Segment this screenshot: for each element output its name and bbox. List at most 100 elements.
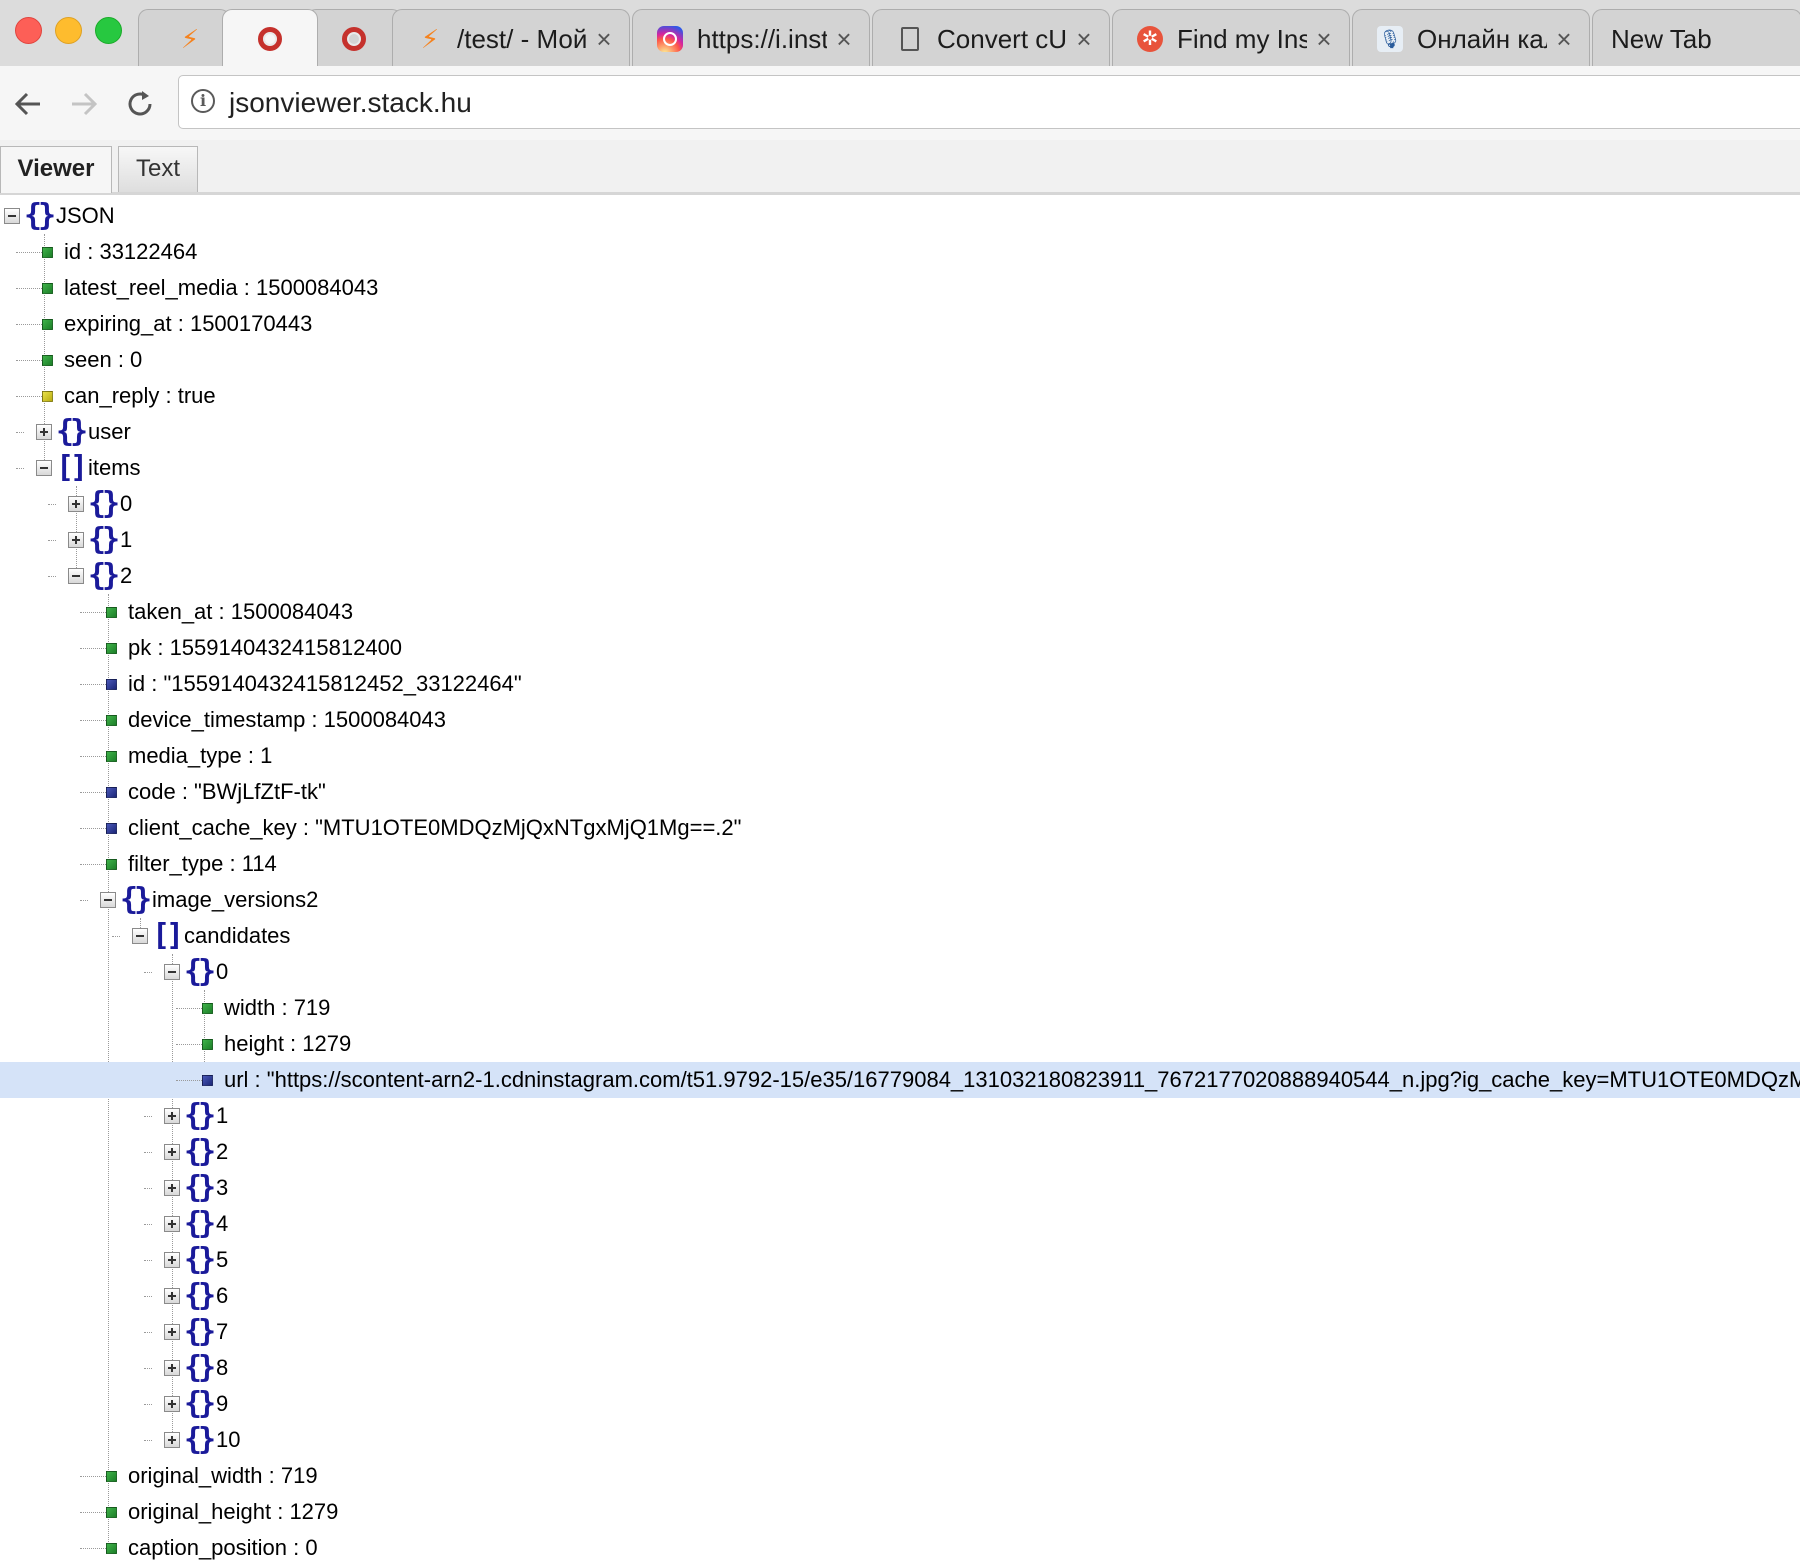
expand-plus-icon[interactable] xyxy=(164,1288,180,1304)
tree-node[interactable]: {} 7 xyxy=(0,1314,1800,1350)
tree-node[interactable]: {} 2 xyxy=(0,558,1800,594)
address-bar[interactable]: i jsonviewer.stack.hu xyxy=(178,75,1800,129)
browser-tab-8[interactable]: 🎙 Онлайн кал × xyxy=(1352,9,1590,66)
tree-node[interactable]: {} 3 xyxy=(0,1170,1800,1206)
tree-node[interactable]: {} 2 xyxy=(0,1134,1800,1170)
tree-leaf[interactable]: device_timestamp : 1500084043 xyxy=(0,702,1800,738)
red-ring-icon xyxy=(339,24,369,54)
expand-plus-icon[interactable] xyxy=(68,496,84,512)
tree-node[interactable]: {} image_versions2 xyxy=(0,882,1800,918)
tab-text[interactable]: Text xyxy=(118,146,198,192)
tree-node[interactable]: {} 10 xyxy=(0,1422,1800,1458)
site-info-icon[interactable]: i xyxy=(191,89,215,113)
tree-node[interactable]: [] items xyxy=(0,450,1800,486)
browser-tab-1[interactable]: ⚡ xyxy=(138,9,230,66)
tree-leaf[interactable]: can_reply : true xyxy=(0,378,1800,414)
tree-connector xyxy=(176,1044,204,1045)
browser-tab-3[interactable] xyxy=(306,9,402,66)
browser-tab-4[interactable]: ⚡ /test/ - Мой × xyxy=(392,9,630,66)
window-maximize-button[interactable] xyxy=(95,17,122,44)
expand-plus-icon[interactable] xyxy=(164,1108,180,1124)
expand-plus-icon[interactable] xyxy=(36,424,52,440)
tree-leaf[interactable]: client_cache_key : "MTU1OTE0MDQzMjQxNTgx… xyxy=(0,810,1800,846)
number-value-icon xyxy=(106,1471,117,1482)
tree-node[interactable]: {} 0 xyxy=(0,954,1800,990)
tree-leaf[interactable]: original_width : 719 xyxy=(0,1458,1800,1494)
tree-leaf[interactable]: pk : 1559140432415812400 xyxy=(0,630,1800,666)
reload-button[interactable] xyxy=(120,84,160,124)
tree-node[interactable]: {} 4 xyxy=(0,1206,1800,1242)
tree-connector xyxy=(176,1008,204,1009)
tree-leaf[interactable]: width : 719 xyxy=(0,990,1800,1026)
address-text[interactable]: jsonviewer.stack.hu xyxy=(229,86,472,120)
browser-tab-6[interactable]: Convert cU × xyxy=(872,9,1110,66)
forward-button[interactable] xyxy=(64,84,104,124)
tree-leaf[interactable]: seen : 0 xyxy=(0,342,1800,378)
expand-plus-icon[interactable] xyxy=(68,532,84,548)
tab-title: /test/ - Мой xyxy=(457,24,587,54)
tree-leaf[interactable]: media_type : 1 xyxy=(0,738,1800,774)
tab-close-icon[interactable]: × xyxy=(593,24,615,54)
tree-node[interactable]: {} user xyxy=(0,414,1800,450)
collapse-minus-icon[interactable] xyxy=(164,964,180,980)
tree-node[interactable]: {} 9 xyxy=(0,1386,1800,1422)
object-braces-icon: {} xyxy=(184,1422,216,1457)
collapse-minus-icon[interactable] xyxy=(132,928,148,944)
tab-close-icon[interactable]: × xyxy=(1073,24,1095,54)
expand-plus-icon[interactable] xyxy=(164,1432,180,1448)
tab-close-icon[interactable]: × xyxy=(1313,24,1335,54)
tree-leaf[interactable]: original_height : 1279 xyxy=(0,1494,1800,1530)
tree-node-label: 6 xyxy=(216,1283,229,1308)
collapse-minus-icon[interactable] xyxy=(100,892,116,908)
tab-close-icon[interactable]: × xyxy=(833,24,855,54)
back-button[interactable] xyxy=(8,84,48,124)
tree-node[interactable]: {} 0 xyxy=(0,486,1800,522)
object-braces-icon: {} xyxy=(88,486,120,521)
tree-leaf[interactable]: code : "BWjLfZtF-tk" xyxy=(0,774,1800,810)
tree-node[interactable]: {} 8 xyxy=(0,1350,1800,1386)
window-close-button[interactable] xyxy=(15,17,42,44)
expand-plus-icon[interactable] xyxy=(164,1216,180,1232)
tree-connector xyxy=(144,972,152,973)
tab-close-icon[interactable]: × xyxy=(1553,24,1575,54)
tree-node[interactable]: {} JSON xyxy=(0,198,1800,234)
collapse-minus-icon[interactable] xyxy=(4,208,20,224)
tree-node-label: original_width : 719 xyxy=(128,1463,318,1488)
browser-tab-7[interactable]: ✲ Find my Inst × xyxy=(1112,9,1350,66)
tree-node[interactable]: {} 5 xyxy=(0,1242,1800,1278)
collapse-minus-icon[interactable] xyxy=(36,460,52,476)
browser-tab-5[interactable]: https://i.inst × xyxy=(632,9,870,66)
tree-node[interactable]: {} 1 xyxy=(0,1098,1800,1134)
tab-title: Find my Inst xyxy=(1177,24,1307,54)
object-braces-icon: {} xyxy=(184,1278,216,1313)
tree-leaf[interactable]: id : "1559140432415812452_33122464" xyxy=(0,666,1800,702)
object-braces-icon: {} xyxy=(184,1350,216,1385)
tab-viewer[interactable]: Viewer xyxy=(0,146,112,193)
expand-plus-icon[interactable] xyxy=(164,1180,180,1196)
expand-plus-icon[interactable] xyxy=(164,1360,180,1376)
tree-leaf[interactable]: height : 1279 xyxy=(0,1026,1800,1062)
expand-plus-icon[interactable] xyxy=(164,1144,180,1160)
browser-tab-9[interactable]: New Tab xyxy=(1592,9,1800,66)
tree-leaf[interactable]: url : "https://scontent-arn2-1.cdninstag… xyxy=(0,1062,1800,1098)
collapse-minus-icon[interactable] xyxy=(68,568,84,584)
tree-node[interactable]: [] candidates xyxy=(0,918,1800,954)
tree-leaf[interactable]: taken_at : 1500084043 xyxy=(0,594,1800,630)
tree-leaf[interactable]: filter_type : 114 xyxy=(0,846,1800,882)
tree-node-label: 8 xyxy=(216,1355,229,1380)
tree-leaf[interactable]: id : 33122464 xyxy=(0,234,1800,270)
tree-node-label: candidates xyxy=(184,923,291,948)
tree-leaf[interactable]: latest_reel_media : 1500084043 xyxy=(0,270,1800,306)
tree-leaf[interactable]: expiring_at : 1500170443 xyxy=(0,306,1800,342)
window-minimize-button[interactable] xyxy=(55,17,82,44)
tree-node[interactable]: {} 1 xyxy=(0,522,1800,558)
browser-tab-2[interactable] xyxy=(222,9,318,66)
expand-plus-icon[interactable] xyxy=(164,1396,180,1412)
string-value-icon xyxy=(106,787,117,798)
json-tree: {} JSON id : 33122464 latest_reel_media : 1… xyxy=(0,198,1800,1562)
expand-plus-icon[interactable] xyxy=(164,1252,180,1268)
tree-leaf[interactable]: caption_position : 0 xyxy=(0,1530,1800,1562)
tree-node[interactable]: {} 6 xyxy=(0,1278,1800,1314)
expand-plus-icon[interactable] xyxy=(164,1324,180,1340)
tree-connector xyxy=(80,1548,108,1549)
